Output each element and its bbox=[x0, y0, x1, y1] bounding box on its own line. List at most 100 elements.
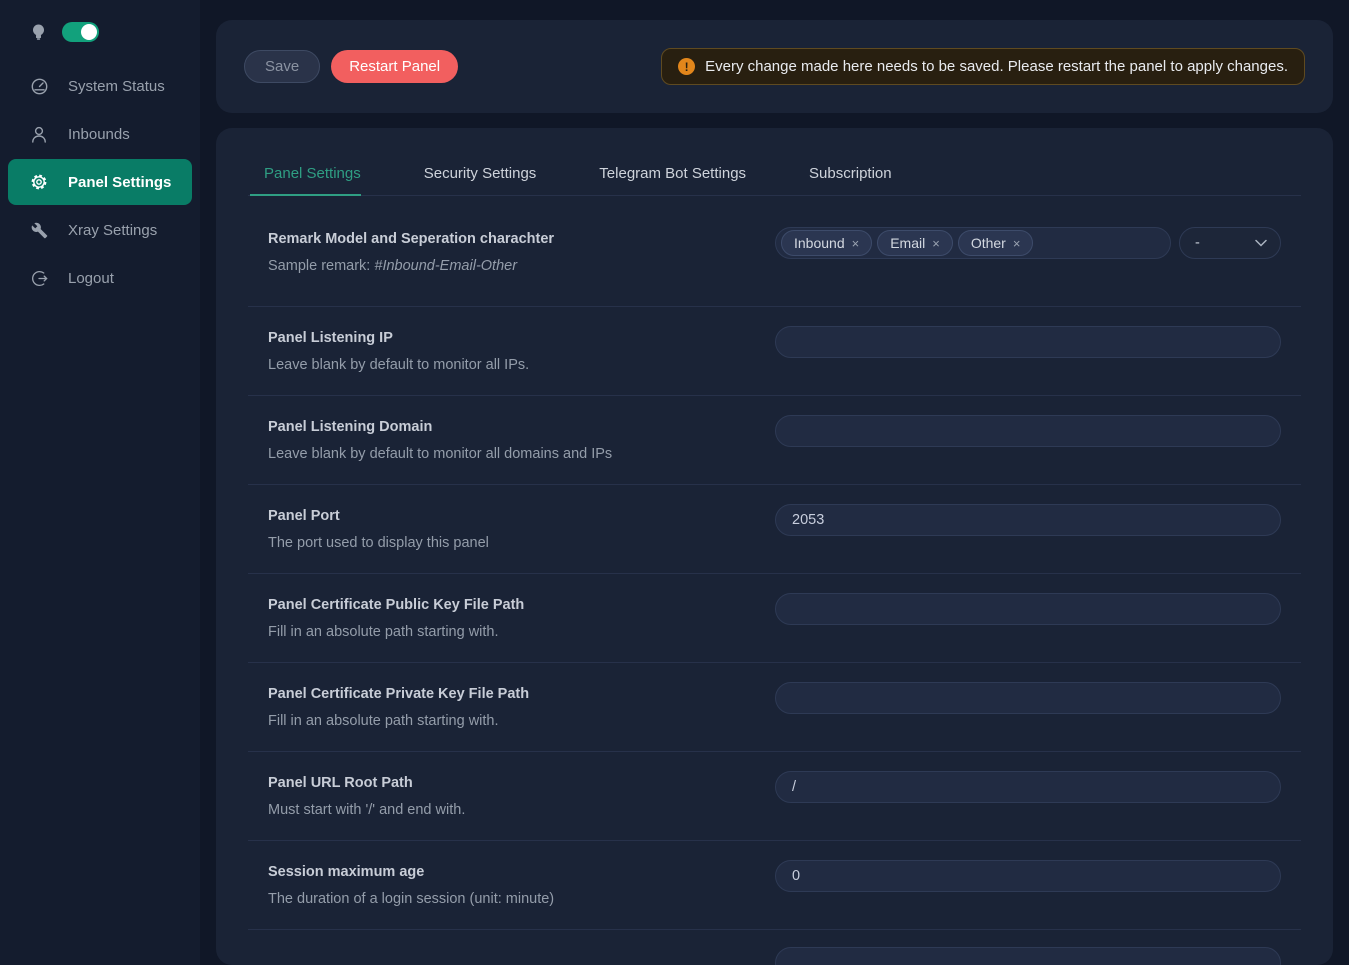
dark-mode-toggle[interactable] bbox=[62, 22, 99, 42]
tag-label: Other bbox=[971, 235, 1006, 251]
field-description: Fill in an absolute path starting with. bbox=[268, 624, 775, 640]
session-maximum-age-input[interactable] bbox=[775, 860, 1281, 892]
field-label: Remark Model and Seperation charachter bbox=[268, 231, 775, 247]
sidebar-item-xray-settings[interactable]: Xray Settings bbox=[8, 207, 192, 253]
settings-tabs: Panel Settings Security Settings Telegra… bbox=[248, 154, 1301, 196]
tab-subscription[interactable]: Subscription bbox=[809, 154, 892, 195]
bulb-icon bbox=[31, 24, 46, 41]
row-control-col bbox=[775, 593, 1301, 625]
sidebar-item-label: Logout bbox=[68, 270, 114, 287]
form-row-cert-public-key-path: Panel Certificate Public Key File Path F… bbox=[248, 574, 1301, 663]
gear-icon bbox=[30, 173, 48, 191]
field-description: Leave blank by default to monitor all IP… bbox=[268, 357, 775, 373]
sidebar-item-label: System Status bbox=[68, 78, 165, 95]
panel-listening-domain-input[interactable] bbox=[775, 415, 1281, 447]
row-label-col: Panel Port The port used to display this… bbox=[248, 504, 775, 551]
panel-url-root-path-input[interactable] bbox=[775, 771, 1281, 803]
field-label: Panel URL Root Path bbox=[268, 775, 775, 791]
tab-panel-settings[interactable]: Panel Settings bbox=[264, 154, 361, 195]
sidebar-item-label: Panel Settings bbox=[68, 174, 171, 191]
tab-security-settings[interactable]: Security Settings bbox=[424, 154, 537, 195]
row-control-col bbox=[775, 947, 1301, 965]
tag-inbound: Inbound × bbox=[781, 230, 872, 256]
tag-other: Other × bbox=[958, 230, 1034, 256]
form-row-session-maximum-age: Session maximum age The duration of a lo… bbox=[248, 841, 1301, 930]
toolbar-buttons: Save Restart Panel bbox=[244, 50, 458, 83]
form-row-panel-port: Panel Port The port used to display this… bbox=[248, 485, 1301, 574]
sidebar-item-logout[interactable]: Logout bbox=[8, 255, 192, 301]
field-label: Panel Listening IP bbox=[268, 330, 775, 346]
tab-telegram-bot-settings[interactable]: Telegram Bot Settings bbox=[599, 154, 746, 195]
form-row-panel-listening-ip: Panel Listening IP Leave blank by defaul… bbox=[248, 307, 1301, 396]
field-label: Panel Certificate Private Key File Path bbox=[268, 686, 775, 702]
sidebar-item-label: Xray Settings bbox=[68, 222, 157, 239]
form-row-panel-listening-domain: Panel Listening Domain Leave blank by de… bbox=[248, 396, 1301, 485]
wrench-icon bbox=[30, 222, 48, 239]
save-button[interactable]: Save bbox=[244, 50, 320, 83]
restart-panel-button[interactable]: Restart Panel bbox=[331, 50, 458, 83]
row-control-col bbox=[775, 682, 1301, 714]
logout-icon bbox=[30, 270, 48, 287]
row-label-col: Panel Certificate Public Key File Path F… bbox=[248, 593, 775, 640]
sidebar-item-label: Inbounds bbox=[68, 126, 130, 143]
chevron-down-icon bbox=[1255, 239, 1267, 247]
panel-listening-ip-input[interactable] bbox=[775, 326, 1281, 358]
cert-private-key-path-input[interactable] bbox=[775, 682, 1281, 714]
sidebar-item-system-status[interactable]: System Status bbox=[8, 63, 192, 109]
toolbar-card: Save Restart Panel ! Every change made h… bbox=[216, 20, 1333, 113]
tag-label: Inbound bbox=[794, 235, 845, 251]
remove-tag-icon[interactable]: × bbox=[852, 236, 860, 251]
toggle-knob bbox=[81, 24, 97, 40]
field-description: Must start with '/' and end with. bbox=[268, 802, 775, 818]
field-description: The port used to display this panel bbox=[268, 535, 775, 551]
sidebar-menu: System Status Inbounds Panel Settings bbox=[0, 62, 200, 302]
row-control-col bbox=[775, 771, 1301, 803]
field-description: Fill in an absolute path starting with. bbox=[268, 713, 775, 729]
row-control-col bbox=[775, 415, 1301, 447]
row-label-col: Panel URL Root Path Must start with '/' … bbox=[248, 771, 775, 818]
form-row-partial bbox=[248, 930, 1301, 965]
row-control-col: Inbound × Email × Other × - bbox=[775, 227, 1301, 259]
row-control-col bbox=[775, 326, 1301, 358]
separator-select[interactable]: - bbox=[1179, 227, 1281, 259]
field-description-text: Sample remark: bbox=[268, 258, 374, 274]
form-row-remark-model: Remark Model and Seperation charachter S… bbox=[248, 196, 1301, 307]
field-description-sample: #Inbound-Email-Other bbox=[374, 258, 517, 274]
sidebar: System Status Inbounds Panel Settings bbox=[0, 0, 200, 965]
panel-port-input[interactable] bbox=[775, 504, 1281, 536]
field-description: Leave blank by default to monitor all do… bbox=[268, 446, 775, 462]
form-row-panel-url-root-path: Panel URL Root Path Must start with '/' … bbox=[248, 752, 1301, 841]
main-content: Save Restart Panel ! Every change made h… bbox=[200, 0, 1349, 965]
row-label-col bbox=[248, 947, 775, 951]
field-label: Session maximum age bbox=[268, 864, 775, 880]
tag-email: Email × bbox=[877, 230, 953, 256]
warning-alert-text: Every change made here needs to be saved… bbox=[705, 58, 1288, 75]
field-label: Panel Port bbox=[268, 508, 775, 524]
sidebar-item-inbounds[interactable]: Inbounds bbox=[8, 111, 192, 157]
field-description: Sample remark: #Inbound-Email-Other bbox=[268, 258, 775, 274]
user-icon bbox=[30, 126, 48, 143]
field-description: The duration of a login session (unit: m… bbox=[268, 891, 775, 907]
theme-toggle-row bbox=[0, 20, 200, 44]
field-label: Panel Listening Domain bbox=[268, 419, 775, 435]
row-label-col: Session maximum age The duration of a lo… bbox=[248, 860, 775, 907]
select-value: - bbox=[1195, 235, 1200, 251]
field-label: Panel Certificate Public Key File Path bbox=[268, 597, 775, 613]
row-label-col: Remark Model and Seperation charachter S… bbox=[248, 227, 775, 274]
cert-public-key-path-input[interactable] bbox=[775, 593, 1281, 625]
dashboard-icon bbox=[30, 78, 48, 95]
form-row-cert-private-key-path: Panel Certificate Private Key File Path … bbox=[248, 663, 1301, 752]
settings-card: Panel Settings Security Settings Telegra… bbox=[216, 128, 1333, 965]
warning-alert: ! Every change made here needs to be sav… bbox=[661, 48, 1305, 85]
remove-tag-icon[interactable]: × bbox=[932, 236, 940, 251]
remove-tag-icon[interactable]: × bbox=[1013, 236, 1021, 251]
row-label-col: Panel Listening Domain Leave blank by de… bbox=[248, 415, 775, 462]
sidebar-item-panel-settings[interactable]: Panel Settings bbox=[8, 159, 192, 205]
remark-model-tags-input[interactable]: Inbound × Email × Other × bbox=[775, 227, 1171, 259]
row-label-col: Panel Listening IP Leave blank by defaul… bbox=[248, 326, 775, 373]
partial-row-input[interactable] bbox=[775, 947, 1281, 965]
row-label-col: Panel Certificate Private Key File Path … bbox=[248, 682, 775, 729]
warning-icon: ! bbox=[678, 58, 695, 75]
row-control-col bbox=[775, 860, 1301, 892]
tag-label: Email bbox=[890, 235, 925, 251]
